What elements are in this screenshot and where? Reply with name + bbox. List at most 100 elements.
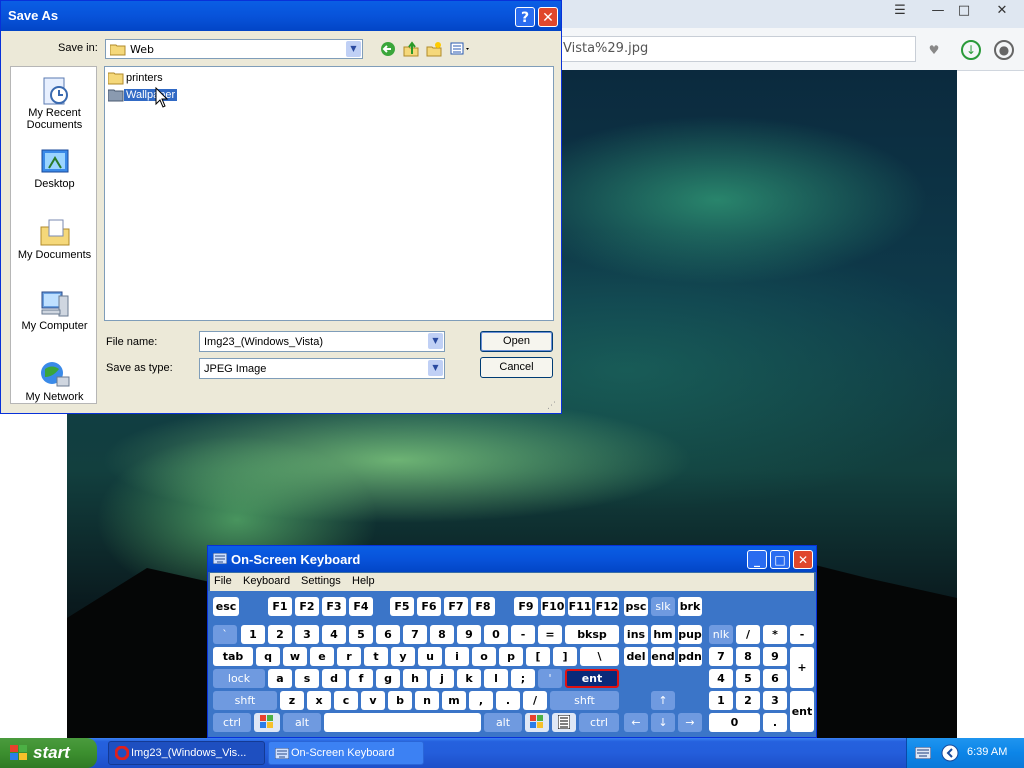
key-end[interactable]: end	[651, 647, 675, 666]
key-num-3[interactable]: 3	[763, 691, 787, 710]
key-left-ctrl[interactable]: ctrl	[213, 713, 251, 732]
key-i[interactable]: i	[445, 647, 469, 666]
key-v[interactable]: v	[361, 691, 385, 710]
key-h[interactable]: h	[403, 669, 427, 688]
save-in-dropdown[interactable]: Web ▼	[105, 39, 363, 59]
key-semicolon[interactable]: ;	[511, 669, 535, 688]
key-r[interactable]: r	[337, 647, 361, 666]
help-button[interactable]: ?	[515, 7, 535, 27]
key-num-divide[interactable]: /	[736, 625, 760, 644]
key-arrow-left[interactable]: ←	[624, 713, 648, 732]
key-f2[interactable]: F2	[295, 597, 319, 616]
key-left-alt[interactable]: alt	[283, 713, 321, 732]
key-right-alt[interactable]: alt	[484, 713, 522, 732]
osk-maximize-button[interactable]: □	[770, 550, 790, 569]
taskbar-item-browser[interactable]: Img23_(Windows_Vis...	[108, 741, 265, 765]
account-icon[interactable]: ●	[994, 40, 1014, 60]
key-num-multiply[interactable]: *	[763, 625, 787, 644]
chevron-down-icon[interactable]: ▼	[428, 360, 443, 376]
key-f9[interactable]: F9	[514, 597, 538, 616]
key-f3[interactable]: F3	[322, 597, 346, 616]
key-del[interactable]: del	[624, 647, 648, 666]
key-lbracket[interactable]: [	[526, 647, 550, 666]
browser-minimize-button[interactable]: —	[926, 2, 950, 20]
key-arrow-down[interactable]: ↓	[651, 713, 675, 732]
key-f6[interactable]: F6	[417, 597, 441, 616]
key-0[interactable]: 0	[484, 625, 508, 644]
key-brk[interactable]: brk	[678, 597, 702, 616]
chevron-down-icon[interactable]: ▼	[428, 333, 443, 349]
save-as-type-dropdown[interactable]: JPEG Image ▼	[199, 358, 445, 379]
key-right-ctrl[interactable]: ctrl	[579, 713, 619, 732]
key-j[interactable]: j	[430, 669, 454, 688]
browser-maximize-button[interactable]: □	[952, 2, 976, 20]
key-2[interactable]: 2	[268, 625, 292, 644]
menu-keyboard[interactable]: Keyboard	[243, 575, 290, 587]
file-name-input[interactable]: Img23_(Windows_Vista) ▼	[199, 331, 445, 352]
key-num-4[interactable]: 4	[709, 669, 733, 688]
key-caps-lock[interactable]: lock	[213, 669, 265, 688]
key-arrow-right[interactable]: →	[678, 713, 702, 732]
heart-icon[interactable]: ♥	[924, 40, 944, 60]
key-hm[interactable]: hm	[651, 625, 675, 644]
key-f[interactable]: f	[349, 669, 373, 688]
key-o[interactable]: o	[472, 647, 496, 666]
key-e[interactable]: e	[310, 647, 334, 666]
key-7[interactable]: 7	[403, 625, 427, 644]
save-as-titlebar[interactable]: Save As ? ✕	[1, 1, 561, 31]
key-num-enter[interactable]: ent	[790, 691, 814, 732]
key-f11[interactable]: F11	[568, 597, 592, 616]
key-num-0[interactable]: 0	[709, 713, 760, 732]
key-w[interactable]: w	[283, 647, 307, 666]
up-folder-icon[interactable]	[402, 41, 420, 57]
key-menu[interactable]	[552, 713, 576, 732]
key-left-windows[interactable]	[254, 713, 280, 732]
key-pup[interactable]: pup	[678, 625, 702, 644]
key-slash[interactable]: /	[523, 691, 547, 710]
key-nlk[interactable]: nlk	[709, 625, 733, 644]
key-right-windows[interactable]	[525, 713, 549, 732]
key-num-2[interactable]: 2	[736, 691, 760, 710]
key-enter[interactable]: ent	[565, 669, 619, 688]
osk-minimize-button[interactable]: _	[747, 550, 767, 569]
key-esc[interactable]: esc	[213, 597, 239, 616]
key-num-1[interactable]: 1	[709, 691, 733, 710]
key-8[interactable]: 8	[430, 625, 454, 644]
key-f7[interactable]: F7	[444, 597, 468, 616]
key-q[interactable]: q	[256, 647, 280, 666]
start-button[interactable]: start	[0, 738, 97, 768]
key-num-5[interactable]: 5	[736, 669, 760, 688]
key-slk[interactable]: slk	[651, 597, 675, 616]
key-u[interactable]: u	[418, 647, 442, 666]
key-num-9[interactable]: 9	[763, 647, 787, 666]
taskbar-item-osk[interactable]: On-Screen Keyboard	[268, 741, 424, 765]
key-f12[interactable]: F12	[595, 597, 619, 616]
key-n[interactable]: n	[415, 691, 439, 710]
file-list[interactable]: printers Wallpaper	[104, 66, 554, 321]
place-my-computer[interactable]: My Computer	[11, 288, 98, 332]
key-l[interactable]: l	[484, 669, 508, 688]
osk-titlebar[interactable]: On-Screen Keyboard _ □ ✕	[208, 546, 816, 572]
chevron-down-icon[interactable]: ▼	[346, 41, 361, 57]
key-t[interactable]: t	[364, 647, 388, 666]
resize-grip-icon[interactable]: ⋰	[547, 401, 556, 411]
key-f8[interactable]: F8	[471, 597, 495, 616]
menu-help[interactable]: Help	[352, 575, 375, 587]
views-menu-icon[interactable]	[450, 41, 472, 57]
key-period[interactable]: .	[496, 691, 520, 710]
menu-settings[interactable]: Settings	[301, 575, 341, 587]
key-space[interactable]	[324, 713, 481, 732]
download-icon[interactable]: ↓	[961, 40, 981, 60]
place-my-network[interactable]: My Network	[11, 359, 98, 403]
key-minus[interactable]: -	[511, 625, 535, 644]
key-num-6[interactable]: 6	[763, 669, 787, 688]
place-my-recent-documents[interactable]: My Recent Documents	[11, 75, 98, 131]
key-num-plus[interactable]: +	[790, 647, 814, 688]
keyboard-tray-icon[interactable]	[915, 747, 931, 759]
key-num-minus[interactable]: -	[790, 625, 814, 644]
key-tab[interactable]: tab	[213, 647, 253, 666]
key-c[interactable]: c	[334, 691, 358, 710]
chevron-left-icon[interactable]	[941, 744, 959, 762]
key-s[interactable]: s	[295, 669, 319, 688]
key-num-7[interactable]: 7	[709, 647, 733, 666]
